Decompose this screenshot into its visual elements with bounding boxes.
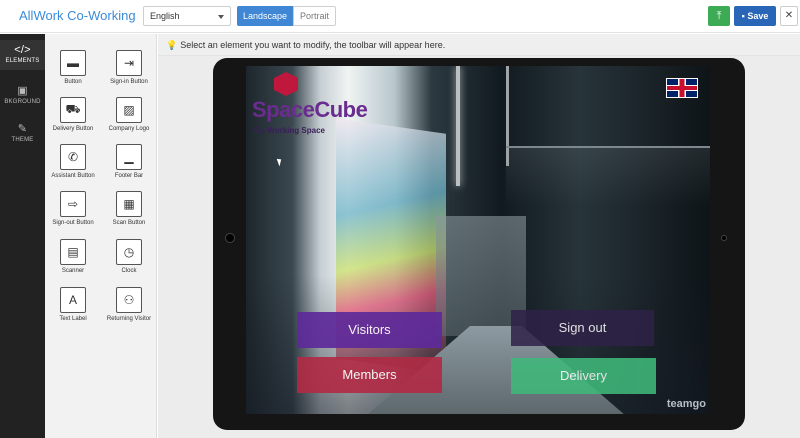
toolbar-hint: 💡 Select an element you want to modify, t… bbox=[158, 34, 800, 56]
tool-company-logo[interactable]: ▨ Company Logo bbox=[101, 97, 157, 133]
tablet-sensor bbox=[721, 235, 727, 241]
teamgo-watermark: teamgo bbox=[666, 398, 706, 410]
app-title: AllWork Co-Working bbox=[19, 8, 136, 23]
language-select-value: English bbox=[150, 11, 180, 21]
tool-label: Scan Button bbox=[112, 220, 146, 226]
top-bar: AllWork Co-Working English Landscape Por… bbox=[0, 0, 800, 33]
canvas-stage: SpaceCube Co-Working Space Visitors Sign… bbox=[158, 56, 800, 438]
members-button[interactable]: Members bbox=[297, 357, 442, 393]
rail-item-theme[interactable]: ✎ THEME bbox=[0, 118, 45, 148]
tool-sign-in-button[interactable]: ⇥ Sign-in Button bbox=[101, 50, 157, 86]
qr-code-icon: ▦ bbox=[116, 191, 142, 217]
save-button[interactable]: ▪ Save bbox=[734, 6, 776, 26]
tool-text-label[interactable]: A Text Label bbox=[45, 287, 101, 323]
tool-label: Text Label bbox=[59, 316, 87, 322]
upload-icon: ⤒ bbox=[716, 10, 722, 22]
sign-out-button[interactable]: Sign out bbox=[511, 310, 654, 346]
logo-subtitle: Co-Working Space bbox=[254, 126, 325, 135]
rail-item-background[interactable]: ▣ BKGROUND bbox=[0, 80, 45, 110]
clock-icon: ◷ bbox=[116, 239, 142, 265]
tool-label: Returning Visitor bbox=[106, 316, 152, 322]
tablet-frame: SpaceCube Co-Working Space Visitors Sign… bbox=[213, 58, 745, 430]
tool-returning-visitor[interactable]: ⚇ Returning Visitor bbox=[101, 287, 157, 323]
tool-assistant-button[interactable]: ✆ Assistant Button bbox=[45, 144, 101, 180]
brush-icon: ✎ bbox=[17, 123, 28, 135]
scanner-icon: ▤ bbox=[60, 239, 86, 265]
sign-in-icon: ⇥ bbox=[116, 50, 142, 76]
landscape-toggle[interactable]: Landscape bbox=[237, 6, 293, 26]
rail-item-label: BKGROUND bbox=[4, 99, 41, 105]
close-icon: ✕ bbox=[784, 10, 794, 21]
tool-label: Button bbox=[64, 79, 82, 85]
lightbulb-icon: 💡 bbox=[166, 40, 178, 50]
truck-icon: ⛟ bbox=[60, 97, 86, 123]
tool-label: Footer Bar bbox=[114, 173, 144, 179]
kiosk-screen[interactable]: SpaceCube Co-Working Space Visitors Sign… bbox=[246, 66, 710, 414]
tool-delivery-button[interactable]: ⛟ Delivery Button bbox=[45, 97, 101, 133]
rail-item-elements[interactable]: </> ELEMENTS bbox=[0, 40, 45, 70]
button-icon: ▬ bbox=[60, 50, 86, 76]
text-icon: A bbox=[60, 287, 86, 313]
tool-label: Clock bbox=[121, 268, 137, 274]
tool-label: Delivery Button bbox=[52, 126, 94, 132]
chevron-down-icon bbox=[218, 15, 224, 19]
tool-label: Sign-out Button bbox=[52, 220, 94, 226]
footer-bar-icon: ▁ bbox=[116, 144, 142, 170]
phone-icon: ✆ bbox=[60, 144, 86, 170]
tool-label: Company Logo bbox=[108, 126, 150, 132]
portrait-toggle[interactable]: Portrait bbox=[293, 6, 336, 26]
tool-label: Assistant Button bbox=[51, 173, 95, 179]
tool-label: Sign-in Button bbox=[110, 79, 148, 85]
rail-item-label: THEME bbox=[11, 137, 34, 143]
hint-text: Select an element you want to modify, th… bbox=[180, 40, 446, 50]
sign-out-icon: ⇨ bbox=[60, 191, 86, 217]
tool-footer-bar[interactable]: ▁ Footer Bar bbox=[101, 144, 157, 180]
image-icon: ▨ bbox=[116, 97, 142, 123]
company-logo[interactable]: SpaceCube Co-Working Space bbox=[252, 72, 368, 135]
delivery-button[interactable]: Delivery bbox=[511, 358, 656, 394]
save-icon: ▪ bbox=[741, 11, 745, 21]
users-icon: ⚇ bbox=[116, 287, 142, 313]
visitors-button[interactable]: Visitors bbox=[297, 312, 442, 348]
element-palette: ▬ Button ⇥ Sign-in Button ⛟ Delivery But… bbox=[45, 34, 157, 438]
mezzanine-railing bbox=[506, 146, 710, 206]
tool-scan-button[interactable]: ▦ Scan Button bbox=[101, 191, 157, 227]
tool-button[interactable]: ▬ Button bbox=[45, 50, 101, 86]
cube-logo-icon bbox=[274, 72, 298, 96]
logo-title: SpaceCube bbox=[252, 97, 368, 122]
tool-sign-out-button[interactable]: ⇨ Sign-out Button bbox=[45, 191, 101, 227]
code-icon: </> bbox=[14, 44, 31, 56]
image-icon: ▣ bbox=[17, 85, 28, 97]
save-label: Save bbox=[747, 11, 769, 21]
editor-rail: </> ELEMENTS ▣ BKGROUND ✎ THEME bbox=[0, 34, 45, 438]
tool-scanner[interactable]: ▤ Scanner bbox=[45, 239, 101, 275]
rail-item-label: ELEMENTS bbox=[5, 58, 40, 64]
upload-button[interactable]: ⤒ bbox=[708, 6, 730, 26]
uk-flag-icon[interactable] bbox=[666, 78, 698, 98]
mouse-cursor-icon bbox=[276, 157, 284, 167]
tool-label: Scanner bbox=[61, 268, 85, 274]
tool-clock[interactable]: ◷ Clock bbox=[101, 239, 157, 275]
ceiling-light bbox=[456, 66, 460, 186]
close-button[interactable]: ✕ bbox=[780, 6, 798, 26]
tablet-camera bbox=[225, 233, 235, 243]
language-select[interactable]: English bbox=[143, 6, 231, 26]
